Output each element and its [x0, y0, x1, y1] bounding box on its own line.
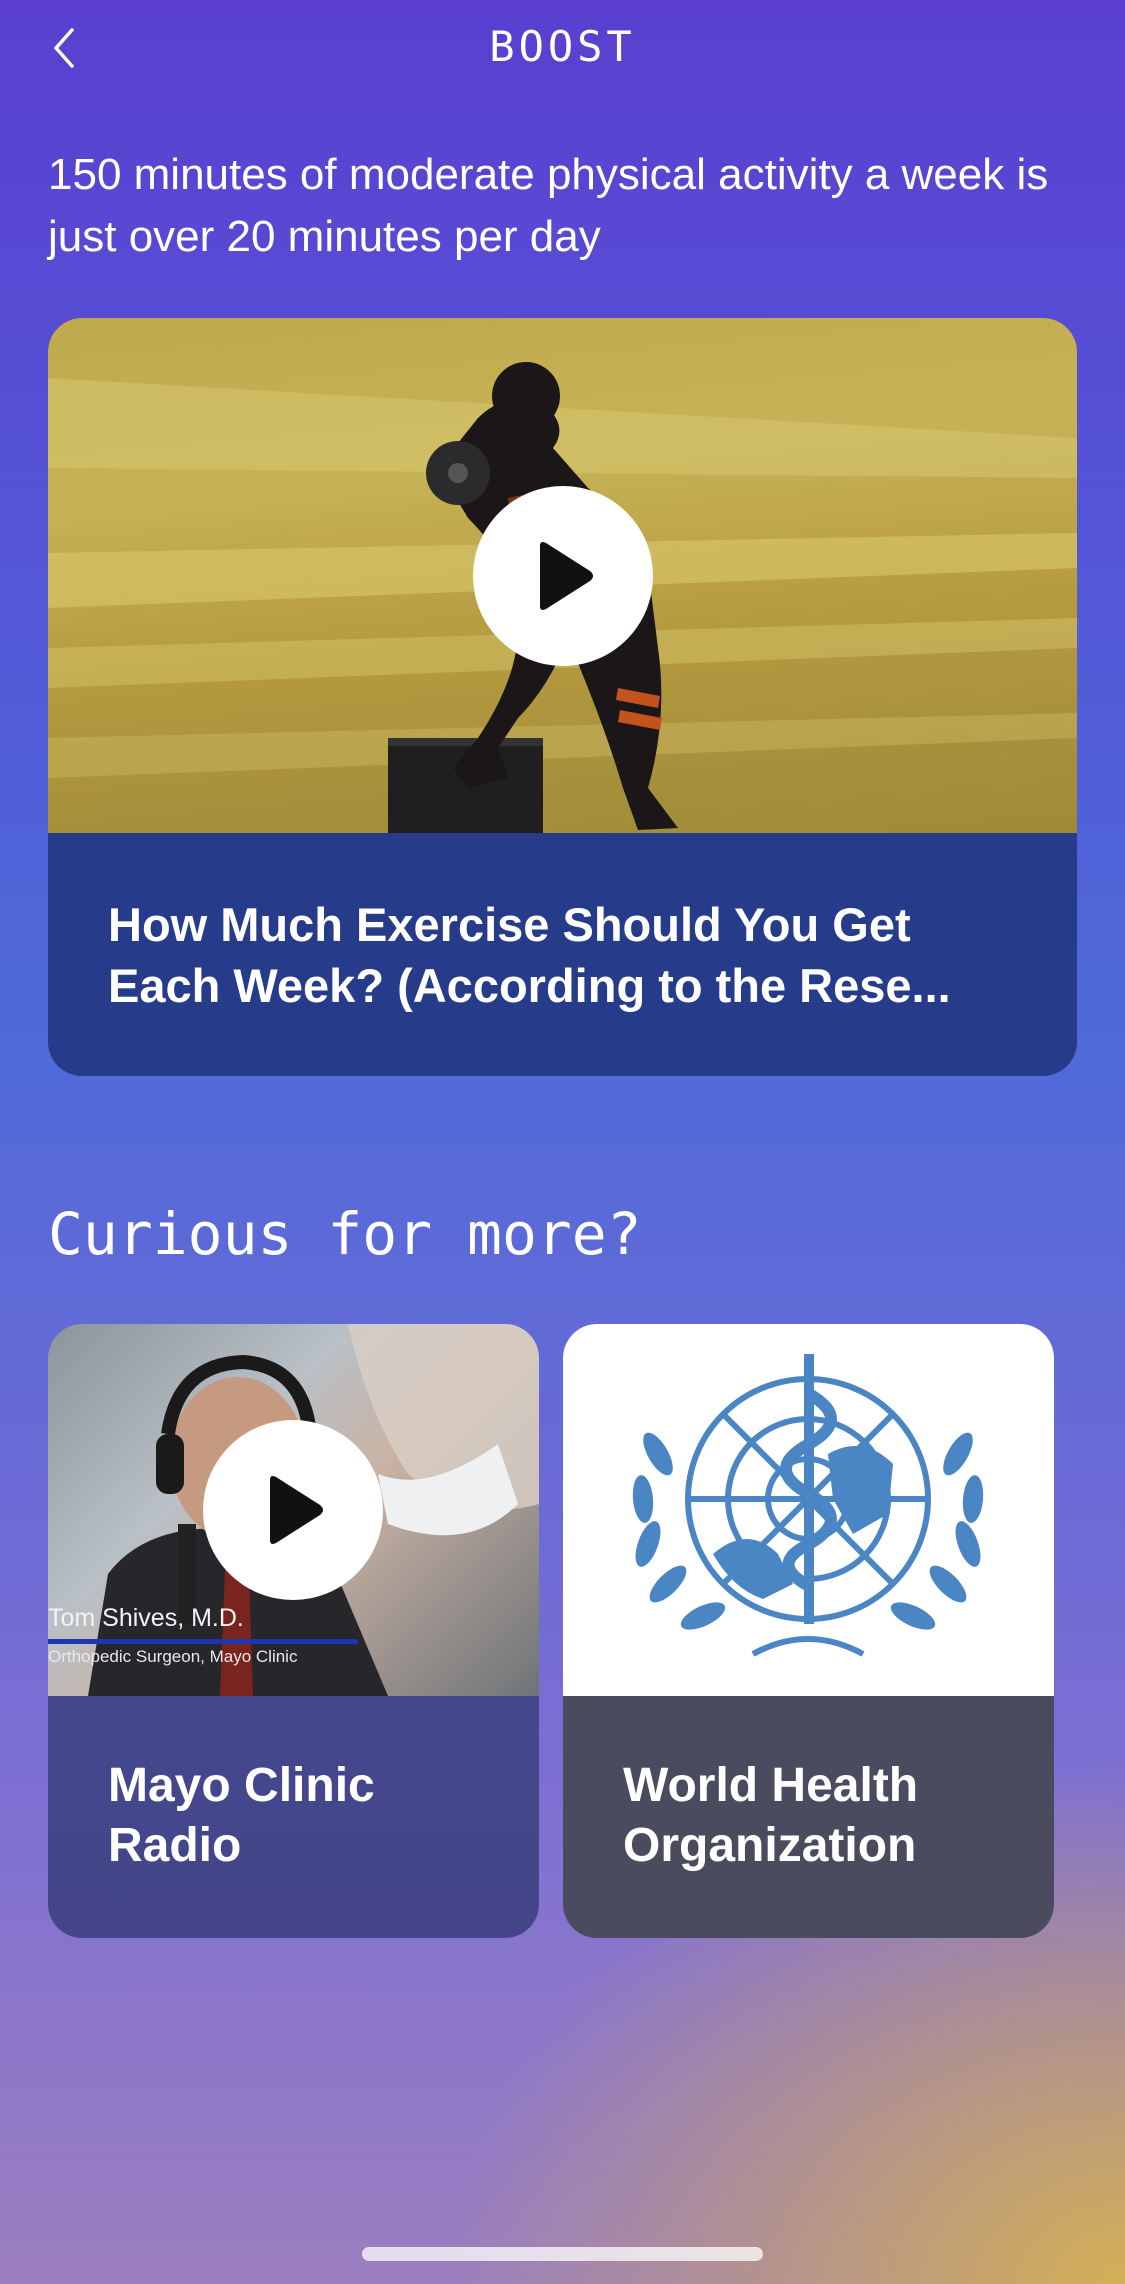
video-title: How Much Exercise Should You Get Each We…: [108, 898, 951, 1012]
play-button[interactable]: [203, 1420, 383, 1600]
intro-text: 150 minutes of moderate physical activit…: [48, 150, 1049, 261]
mayo-video-thumbnail: Tom Shives, M.D. Orthopedic Surgeon, May…: [48, 1324, 539, 1696]
resource-title: Mayo Clinic Radio: [108, 1759, 375, 1872]
section-title: Curious for more?: [48, 1200, 642, 1268]
play-icon: [540, 542, 593, 610]
video-thumbnail: [48, 318, 1077, 833]
home-indicator[interactable]: [362, 2247, 763, 2261]
guest-role: Orthopedic Surgeon, Mayo Clinic: [48, 1647, 298, 1666]
who-emblem-icon: [632, 1354, 984, 1657]
resource-title: World Health Organization: [623, 1759, 919, 1872]
play-button[interactable]: [473, 486, 653, 666]
who-logo-thumbnail: [563, 1324, 1054, 1696]
header: BOOST: [0, 0, 1125, 96]
page-title: BOOST: [489, 22, 636, 71]
guest-name: Tom Shives, M.D.: [48, 1604, 244, 1632]
mayo-clinic-card[interactable]: Tom Shives, M.D. Orthopedic Surgeon, May…: [48, 1324, 539, 1938]
play-icon: [270, 1476, 323, 1544]
who-card[interactable]: World Health Organization: [563, 1324, 1054, 1938]
featured-video-card[interactable]: How Much Exercise Should You Get Each We…: [48, 318, 1077, 1076]
